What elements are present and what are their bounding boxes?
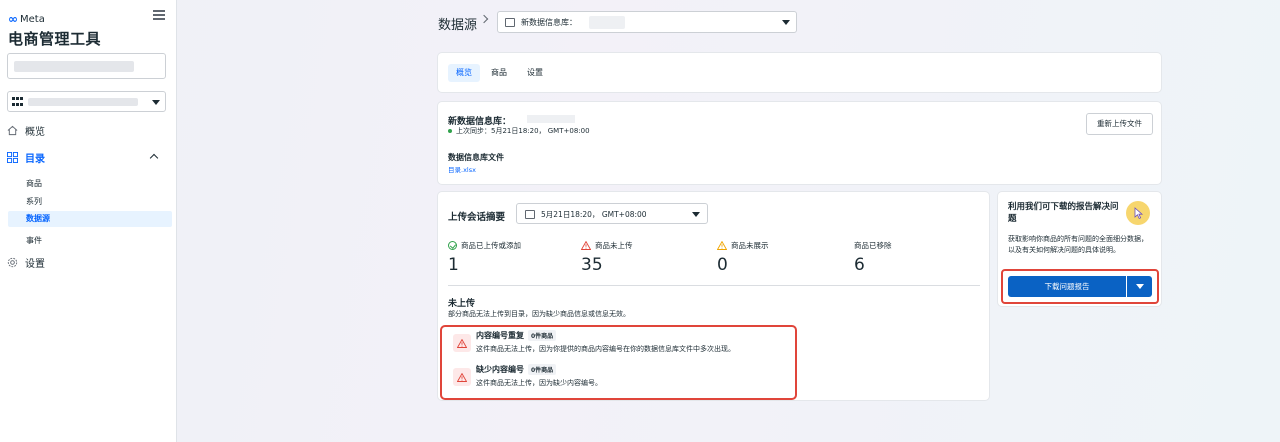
stat-removed: 商品已移除 6 <box>854 240 892 275</box>
nav-catalog-label: 目录 <box>25 154 45 165</box>
reupload-file-button[interactable]: 重新上传文件 <box>1086 113 1153 135</box>
business-account-selector[interactable] <box>7 53 166 79</box>
chevron-right-icon <box>479 14 489 24</box>
calendar-icon <box>525 210 535 219</box>
data-source-selector-label: 新数据信息库： <box>521 18 577 27</box>
catalog-icon <box>7 152 18 163</box>
catalog-name-redacted <box>28 98 138 106</box>
nav-overview[interactable]: 概览 <box>7 123 45 138</box>
nav-catalog[interactable]: 目录 <box>7 150 45 165</box>
chevron-down-icon <box>152 100 160 105</box>
stat-not-uploaded-value: 35 <box>581 255 603 275</box>
upload-summary-title: 上传会话摘要 <box>448 212 506 223</box>
page-title: 数据源 <box>438 18 478 33</box>
app-title: 电商管理工具 <box>8 30 102 48</box>
issue-description: 这件商品无法上传，因为缺少内容编号。 <box>476 379 602 387</box>
stat-uploaded-value: 1 <box>448 255 459 275</box>
meta-logo: ∞ Meta <box>8 12 45 26</box>
gear-icon <box>7 257 18 268</box>
nav-overview-label: 概览 <box>25 127 45 138</box>
issue-count-badge: 0件商品 <box>528 364 557 375</box>
status-dot <box>448 129 452 133</box>
data-source-selector[interactable]: 新数据信息库： <box>497 11 797 33</box>
catalog-selector[interactable] <box>7 91 166 112</box>
stat-not-uploaded-label: 商品未上传 <box>595 241 633 250</box>
divider <box>448 285 980 286</box>
catalog-grid-icon <box>12 97 23 107</box>
sidebar: ∞ Meta 电商管理工具 概览 目录 商品 系列 数据源 事件 设置 <box>0 0 177 442</box>
nav-data-sources[interactable]: 数据源 <box>8 211 172 227</box>
tab-products[interactable]: 商品 <box>491 64 507 82</box>
last-sync: 上次同步：5月21日18:20， GMT+08:00 <box>448 126 590 136</box>
issue-missing-id[interactable]: 缺少内容编号 0件商品 这件商品无法上传，因为缺少内容编号。 <box>448 363 788 391</box>
issue-title: 缺少内容编号 <box>476 365 524 374</box>
stat-uploaded: 商品已上传或添加 1 <box>448 240 521 275</box>
nav-products[interactable]: 商品 <box>26 178 42 189</box>
stat-not-shown-label: 商品未展示 <box>731 241 769 250</box>
warning-icon <box>453 368 471 386</box>
warning-icon <box>581 241 591 250</box>
account-name-redacted <box>14 61 134 72</box>
meta-infinity-icon: ∞ <box>8 12 18 26</box>
stat-removed-label: 商品已移除 <box>854 241 892 250</box>
data-feed-file-heading: 数据信息库文件 <box>448 153 504 162</box>
data-feed-file-link[interactable]: 目录.xlsx <box>448 164 476 174</box>
chevron-up-icon[interactable] <box>149 153 159 163</box>
issue-description: 这件商品无法上传，因为你提供的商品内容编号在你的数据信息库文件中多次出现。 <box>476 345 735 353</box>
report-title: 利用我们可下载的报告解决问题 <box>1008 202 1119 224</box>
stat-not-shown-value: 0 <box>717 255 728 275</box>
not-uploaded-description: 部分商品无法上传到目录，因为缺少商品信息或信息无效。 <box>448 310 630 318</box>
stat-not-uploaded: 商品未上传 35 <box>581 240 633 275</box>
data-feed-name-redacted <box>527 115 575 123</box>
issue-count-badge: 0件商品 <box>528 330 557 341</box>
issue-duplicate-id[interactable]: 内容编号重复 0件商品 这件商品无法上传，因为你提供的商品内容编号在你的数据信息库… <box>448 329 788 357</box>
check-circle-icon <box>448 241 457 250</box>
home-icon <box>7 125 18 136</box>
nav-settings-label: 设置 <box>25 259 45 270</box>
chevron-down-icon <box>782 20 790 25</box>
data-source-name-redacted <box>589 16 625 29</box>
last-sync-text: 上次同步：5月21日18:20， GMT+08:00 <box>456 127 590 135</box>
stat-removed-value: 6 <box>854 255 865 275</box>
session-date-selector[interactable]: 5月21日18:20， GMT+08:00 <box>516 203 708 224</box>
stat-uploaded-label: 商品已上传或添加 <box>461 241 521 250</box>
illustration-icon <box>1126 201 1150 225</box>
chevron-down-icon <box>692 212 700 217</box>
report-description: 获取影响你商品的所有问题的全面细分数据，以及有关如何解决问题的具体说明。 <box>1008 235 1148 254</box>
nav-events[interactable]: 事件 <box>26 235 42 246</box>
warning-icon <box>717 241 727 250</box>
calendar-feed-icon <box>505 18 515 27</box>
stat-not-shown: 商品未展示 0 <box>717 240 769 275</box>
tab-overview[interactable]: 概览 <box>448 64 480 82</box>
tab-settings[interactable]: 设置 <box>527 64 543 82</box>
not-uploaded-title: 未上传 <box>448 299 476 309</box>
chevron-down-icon <box>1136 284 1144 289</box>
upload-summary-card: 上传会话摘要 5月21日18:20， GMT+08:00 商品已上传或添加 1 … <box>438 192 989 400</box>
download-report-button[interactable]: 下载问题报告 <box>1008 276 1126 297</box>
data-feed-card: 新数据信息库： 上次同步：5月21日18:20， GMT+08:00 重新上传文… <box>438 102 1161 184</box>
brand-name: Meta <box>20 13 45 25</box>
menu-icon[interactable] <box>153 10 165 20</box>
warning-icon <box>453 334 471 352</box>
download-options-button[interactable] <box>1127 276 1152 297</box>
issue-title: 内容编号重复 <box>476 331 524 340</box>
session-date-value: 5月21日18:20， GMT+08:00 <box>541 210 647 219</box>
nav-sets[interactable]: 系列 <box>26 196 42 207</box>
nav-settings[interactable]: 设置 <box>7 255 45 270</box>
tabs-card: 概览 商品 设置 <box>438 53 1161 92</box>
